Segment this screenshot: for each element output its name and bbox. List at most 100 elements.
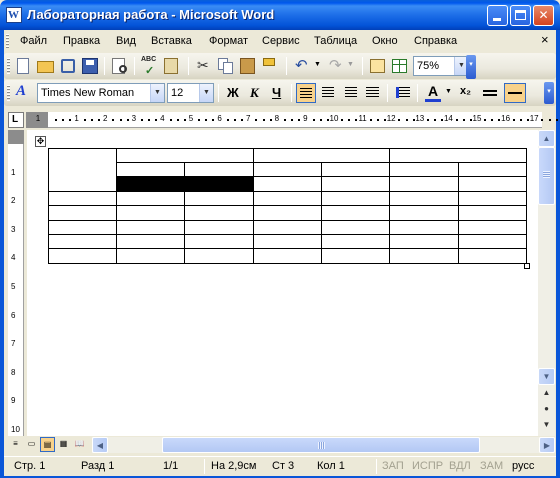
font-color-button[interactable]: A [423, 83, 443, 103]
highlight-button[interactable] [504, 83, 526, 103]
scroll-thumb[interactable] [538, 147, 555, 205]
table-cell[interactable] [48, 176, 116, 191]
menu-grip[interactable] [6, 34, 9, 48]
table-cell[interactable] [389, 205, 458, 220]
vertical-ruler[interactable]: 1 2 3 4 5 6 7 8 9 10 [8, 130, 24, 436]
table-cell[interactable] [116, 205, 184, 220]
font-combo[interactable]: Times New Roman ▼ [37, 83, 165, 103]
horizontal-scrollbar[interactable]: ◀ ▶ [92, 437, 555, 453]
table-cell[interactable] [116, 220, 184, 234]
italic-button[interactable]: К [245, 83, 265, 103]
horizontal-scroll-thumb[interactable] [162, 437, 480, 453]
print-preview-button[interactable] [110, 56, 130, 76]
horizontal-ruler[interactable]: 1 1 2 3 4 5 6 7 8 9 10 11 12 13 14 15 16 17 [26, 112, 558, 128]
insert-excel-button[interactable] [390, 56, 410, 76]
toolbar-grip[interactable] [7, 85, 10, 101]
open-button[interactable] [36, 56, 56, 76]
table-resize-handle[interactable] [524, 263, 530, 269]
table-cell[interactable] [389, 248, 458, 263]
table-cell[interactable] [321, 205, 389, 220]
table-cell[interactable] [253, 176, 321, 191]
menu-table[interactable]: Таблица [314, 35, 357, 47]
next-page-button[interactable]: ▼ [538, 420, 555, 435]
table-cell[interactable] [116, 162, 184, 176]
research-button[interactable] [162, 56, 182, 76]
new-document-button[interactable] [14, 56, 34, 76]
table-cell[interactable] [48, 162, 116, 176]
table-cell[interactable] [184, 220, 253, 234]
menu-insert[interactable]: Вставка [151, 35, 192, 47]
paste-button[interactable] [238, 56, 258, 76]
redo-button[interactable]: ↷ [326, 56, 346, 76]
font-color-dropdown[interactable]: ▼ [444, 83, 454, 103]
scroll-down-button[interactable]: ▼ [538, 368, 555, 385]
table-cell[interactable] [321, 148, 389, 162]
menu-edit[interactable]: Правка [63, 35, 100, 47]
outline-view-button[interactable]: ▦ [56, 437, 71, 452]
title-bar[interactable]: W Лабораторная работа - Microsoft Word ✕ [0, 0, 560, 30]
vertical-scrollbar[interactable]: ▲ ▼ ▲ ● ▼ [538, 130, 555, 436]
table-cell[interactable] [253, 205, 321, 220]
table-cell[interactable] [48, 148, 116, 162]
table-cell[interactable] [321, 176, 389, 191]
table-cell[interactable] [389, 148, 458, 162]
table-cell[interactable] [458, 234, 526, 248]
table-cell[interactable] [321, 234, 389, 248]
document-close-icon[interactable]: × [541, 32, 549, 47]
menu-tools[interactable]: Сервис [262, 35, 300, 47]
table-cell[interactable] [116, 248, 184, 263]
table-cell[interactable] [184, 162, 253, 176]
menu-file[interactable]: Файл [20, 35, 47, 47]
numbering-button[interactable] [393, 83, 413, 103]
table-cell[interactable] [458, 176, 526, 191]
underline-button[interactable]: Ч [267, 83, 287, 103]
chevron-down-icon[interactable]: ▼ [150, 84, 164, 102]
maximize-button[interactable] [510, 5, 531, 26]
table-cell[interactable] [184, 205, 253, 220]
minimize-button[interactable] [487, 5, 508, 26]
table-cell[interactable] [184, 248, 253, 263]
bold-button[interactable]: Ж [223, 83, 243, 103]
table-cell[interactable] [116, 234, 184, 248]
normal-view-button[interactable]: ≡ [8, 437, 23, 452]
table-cell[interactable] [184, 234, 253, 248]
close-button[interactable]: ✕ [533, 5, 554, 26]
tab-selector[interactable]: L [8, 112, 24, 128]
toolbar-options-button[interactable]: ▾ [544, 82, 554, 104]
table-cell[interactable] [458, 162, 526, 176]
reading-layout-button[interactable]: 📖 [72, 437, 87, 452]
align-center-button[interactable] [318, 83, 338, 103]
justify-button[interactable] [362, 83, 382, 103]
line-style-button[interactable] [480, 83, 500, 103]
table-cell[interactable] [48, 220, 116, 234]
table-cell[interactable] [184, 191, 253, 205]
chevron-down-icon[interactable]: ▼ [199, 84, 213, 102]
status-record-macro[interactable]: ЗАП [382, 460, 404, 472]
table-cell[interactable] [458, 148, 526, 162]
select-browse-object-button[interactable]: ● [538, 404, 555, 419]
menu-view[interactable]: Вид [116, 35, 136, 47]
table-cell[interactable] [48, 248, 116, 263]
table-cell[interactable] [321, 162, 389, 176]
zoom-combo[interactable]: 75% ▼ [413, 56, 469, 76]
copy-button[interactable] [216, 56, 236, 76]
status-extend-selection[interactable]: ВДЛ [449, 460, 471, 472]
format-painter-button[interactable] [260, 56, 280, 76]
print-layout-button[interactable]: ▤ [40, 437, 55, 452]
document-page[interactable]: ✥ [27, 130, 538, 436]
menu-help[interactable]: Справка [414, 35, 457, 47]
align-right-button[interactable] [340, 83, 360, 103]
table-cell[interactable] [389, 162, 458, 176]
font-size-combo[interactable]: 12 ▼ [167, 83, 214, 103]
table-cell[interactable] [48, 191, 116, 205]
status-track-changes[interactable]: ИСПР [412, 460, 443, 472]
document-table[interactable] [48, 148, 527, 264]
scroll-up-button[interactable]: ▲ [538, 130, 555, 147]
toolbar-options-button[interactable]: ▾ [466, 55, 476, 79]
table-cell[interactable] [48, 234, 116, 248]
styles-button[interactable]: A [14, 83, 34, 103]
cut-button[interactable]: ✂ [194, 56, 214, 76]
table-cell[interactable] [321, 220, 389, 234]
table-cell[interactable] [253, 248, 321, 263]
table-move-handle-icon[interactable]: ✥ [35, 136, 46, 147]
